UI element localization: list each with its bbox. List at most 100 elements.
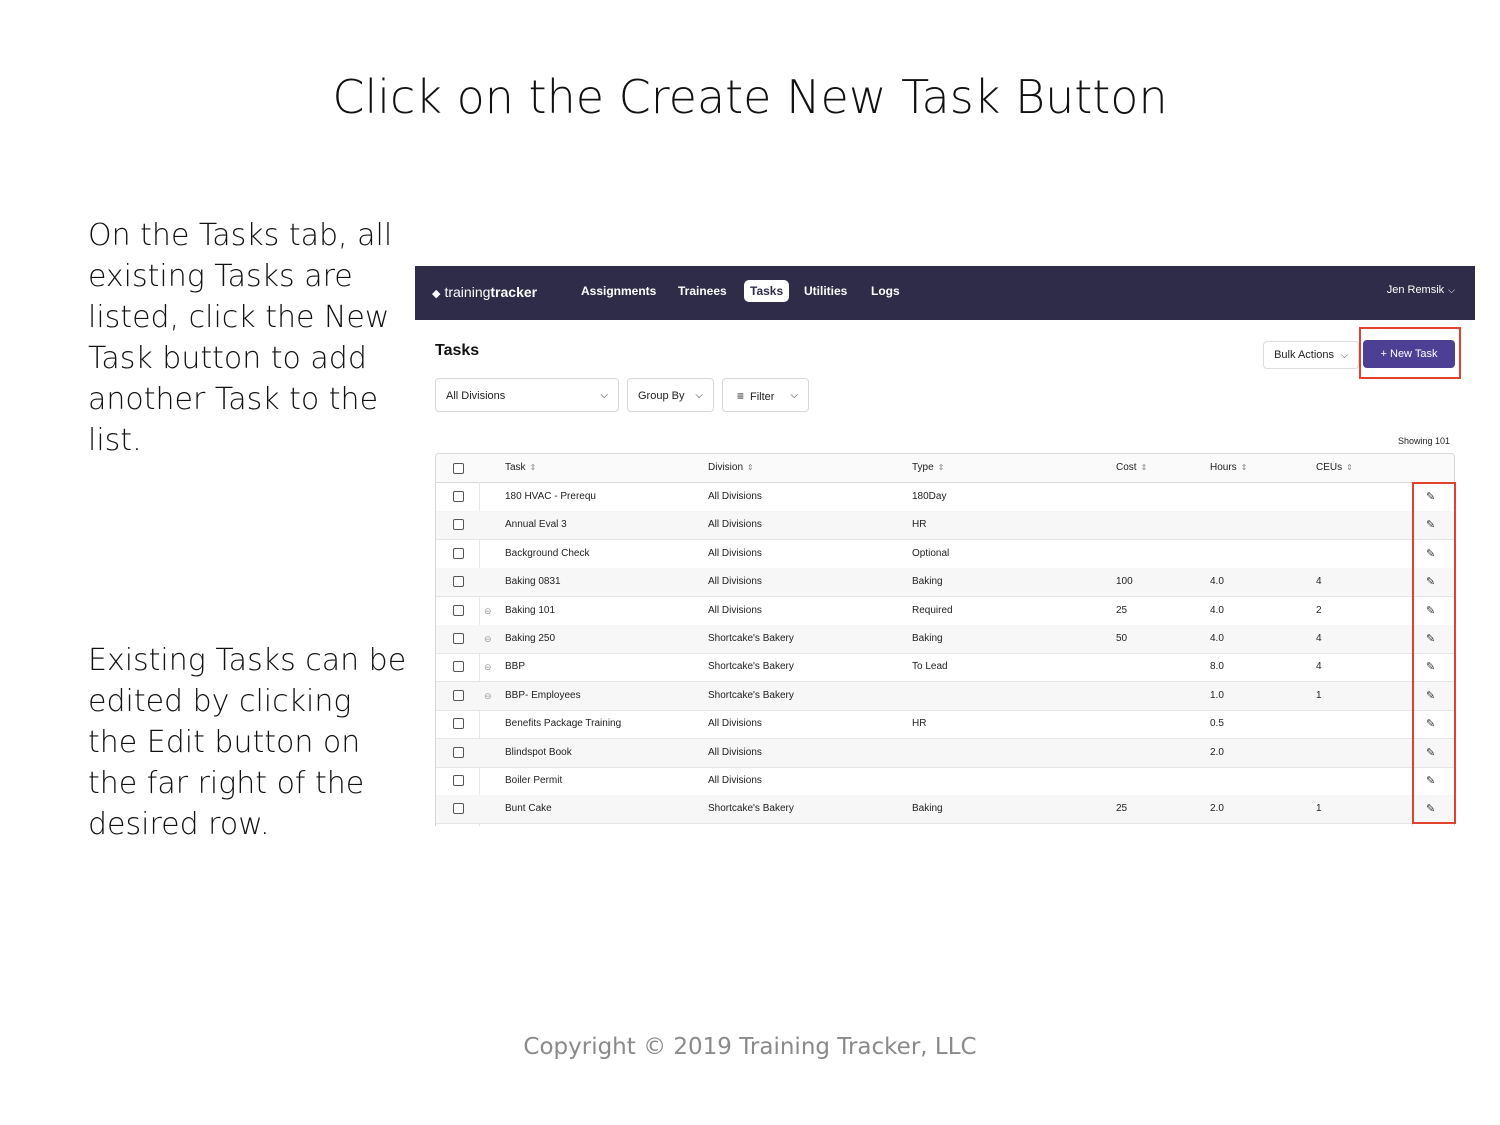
table-row[interactable]: ⊖ BBP- Employees Shortcake's Bakery 1.0 1 ✎ xyxy=(436,681,1454,711)
cell-task[interactable]: Benefits Package Training xyxy=(505,718,621,729)
row-checkbox[interactable] xyxy=(453,519,464,531)
bulk-actions-button[interactable]: Bulk Actions ⌵ xyxy=(1263,341,1359,369)
cell-cost: 25 xyxy=(1116,604,1128,616)
logo[interactable]: ◆ trainingtracker xyxy=(432,284,537,300)
cell-ceus: 2 xyxy=(1316,604,1322,616)
group-by-label: Group By xyxy=(638,390,685,402)
chevron-down-icon: ⌵ xyxy=(695,390,703,401)
cell-ceus: 4 xyxy=(1316,576,1322,588)
cell-hours: 4.0 xyxy=(1210,633,1224,644)
table-row[interactable]: Benefits Package Training All Divisions HR… xyxy=(436,710,1454,740)
table-row[interactable]: Boiler Permit All Divisions ✎ xyxy=(436,767,1454,796)
cell-hours: 0.5 xyxy=(1210,718,1224,730)
cell-task[interactable]: 180 HVAC - Prerequ xyxy=(505,491,596,502)
user-menu[interactable]: Jen Remsik ⌵ xyxy=(1387,284,1455,296)
logo-icon: ◆ xyxy=(432,288,441,300)
logo-text-bold: tracker xyxy=(490,284,538,300)
chevron-down-icon: ⌵ xyxy=(600,390,608,401)
select-all-checkbox[interactable] xyxy=(453,463,464,474)
column-header-hours[interactable]: Hours ⇕ xyxy=(1210,462,1247,473)
table-row[interactable]: ⊖ BBP Shortcake's Bakery To Lead 8.0 4 ✎ xyxy=(436,653,1454,683)
cell-task[interactable]: BBP- Employees xyxy=(505,690,581,701)
chevron-down-icon: ⌵ xyxy=(1448,285,1455,295)
copyright: Copyright © 2019 Training Tracker, LLC xyxy=(523,1034,977,1060)
cell-type: Baking xyxy=(912,633,943,644)
cell-task[interactable]: Background Check xyxy=(505,548,590,559)
cell-division: All Divisions xyxy=(708,519,762,531)
division-select-value: All Divisions xyxy=(446,390,506,402)
row-checkbox[interactable] xyxy=(453,718,464,730)
table-row[interactable]: Background Check All Divisions Optional ✎ xyxy=(436,540,1454,569)
cell-division: All Divisions xyxy=(708,604,762,616)
nav-utilities[interactable]: Utilities xyxy=(798,280,853,302)
nav-tasks[interactable]: Tasks xyxy=(744,280,790,302)
cell-division: All Divisions xyxy=(708,746,762,758)
cell-task[interactable]: Bunt Cake xyxy=(505,803,552,814)
table-row[interactable]: Baking 0831 All Divisions Baking 100 4.0 4 ✎ xyxy=(436,568,1454,598)
cell-division: All Divisions xyxy=(708,576,762,588)
filter-button[interactable]: ≡ Filter ⌵ xyxy=(722,378,809,412)
cell-ceus: 1 xyxy=(1316,803,1322,815)
cell-type: 180Day xyxy=(912,491,947,502)
nav-assignments[interactable]: Assignments xyxy=(575,280,662,302)
group-by-select[interactable]: Group By ⌵ xyxy=(627,378,714,412)
column-header-cost[interactable]: Cost ⇕ xyxy=(1116,462,1147,473)
row-checkbox[interactable] xyxy=(453,491,464,502)
nav-trainees[interactable]: Trainees xyxy=(672,280,733,302)
row-checkbox[interactable] xyxy=(453,604,464,616)
cell-division: Shortcake's Bakery xyxy=(708,633,794,644)
row-checkbox[interactable] xyxy=(453,689,464,701)
table-row[interactable]: 180 HVAC - Prerequ All Divisions 180Day ✎ xyxy=(436,483,1454,512)
table-row[interactable]: Bunt Cake Shortcake's Bakery Baking 25 2.0 1 ✎ xyxy=(436,795,1454,825)
column-header-division[interactable]: Division ⇕ xyxy=(708,462,754,473)
table-header: Task ⇕ Division ⇕ Type ⇕ Cost ⇕ Hours ⇕ CEUs ⇕ xyxy=(436,454,1454,483)
row-checkbox[interactable] xyxy=(453,661,464,673)
cell-task[interactable]: Baking 101 xyxy=(505,605,555,616)
row-checkbox[interactable] xyxy=(453,576,464,588)
nav-logs[interactable]: Logs xyxy=(865,280,906,302)
cell-hours: 8.0 xyxy=(1210,661,1224,673)
showing-count: Showing 101 xyxy=(1397,436,1450,446)
cell-hours: 2.0 xyxy=(1210,746,1224,758)
cell-hours: 1.0 xyxy=(1210,689,1224,701)
cell-division: All Divisions xyxy=(708,547,762,559)
cell-division: All Divisions xyxy=(708,718,762,730)
cell-division: All Divisions xyxy=(708,491,762,502)
logo-text-light: training xyxy=(444,284,491,300)
row-checkbox[interactable] xyxy=(453,775,464,786)
row-checkbox[interactable] xyxy=(453,547,464,559)
cell-task[interactable]: Annual Eval 3 xyxy=(505,519,567,530)
cell-division: Shortcake's Bakery xyxy=(708,803,794,815)
cell-cost: 100 xyxy=(1116,576,1133,588)
top-navbar: ◆ trainingtracker Assignments Trainees Ta… xyxy=(415,266,1475,320)
app-screenshot: ◆ trainingtracker Assignments Trainees Ta… xyxy=(415,266,1475,826)
row-checkbox[interactable] xyxy=(453,633,464,644)
cell-task[interactable]: Baking 0831 xyxy=(505,576,561,587)
table-row[interactable]: ⊖ Baking 250 Shortcake's Bakery Baking 50 4.0… xyxy=(436,625,1454,654)
table-row[interactable]: ⊖ Baking 101 All Divisions Required 25 4.0 2 ✎ xyxy=(436,597,1454,626)
column-header-ceus[interactable]: CEUs ⇕ xyxy=(1316,462,1353,473)
filter-icon: ≡ xyxy=(737,389,745,403)
cell-task[interactable]: Baking 250 xyxy=(505,633,555,644)
table-row[interactable]: Blindspot Book All Divisions 2.0 ✎ xyxy=(436,738,1454,768)
cell-type: Baking xyxy=(912,803,943,815)
cell-task[interactable]: Boiler Permit xyxy=(505,775,562,786)
sort-icon: ⇕ xyxy=(529,462,537,472)
column-header-task[interactable]: Task ⇕ xyxy=(505,462,536,473)
cell-task[interactable]: BBP xyxy=(505,661,525,672)
row-checkbox[interactable] xyxy=(453,746,464,758)
cell-type: HR xyxy=(912,519,927,531)
cell-hours: 4.0 xyxy=(1210,604,1224,616)
division-select[interactable]: All Divisions ⌵ xyxy=(435,378,619,412)
row-checkbox[interactable] xyxy=(453,803,464,815)
user-name: Jen Remsik xyxy=(1386,284,1445,296)
cell-cost: 50 xyxy=(1116,633,1128,644)
column-header-type[interactable]: Type ⇕ xyxy=(912,462,944,473)
table-row[interactable]: Annual Eval 3 All Divisions HR ✎ xyxy=(436,511,1454,541)
cell-type: Required xyxy=(912,604,953,616)
instruction-new-task: On the Tasks tab, all existing Tasks are… xyxy=(88,218,393,458)
sort-icon: ⇕ xyxy=(747,462,754,472)
sort-icon: ⇕ xyxy=(1346,462,1353,472)
cell-type: Baking xyxy=(912,576,943,588)
cell-task[interactable]: Blindspot Book xyxy=(505,747,572,758)
